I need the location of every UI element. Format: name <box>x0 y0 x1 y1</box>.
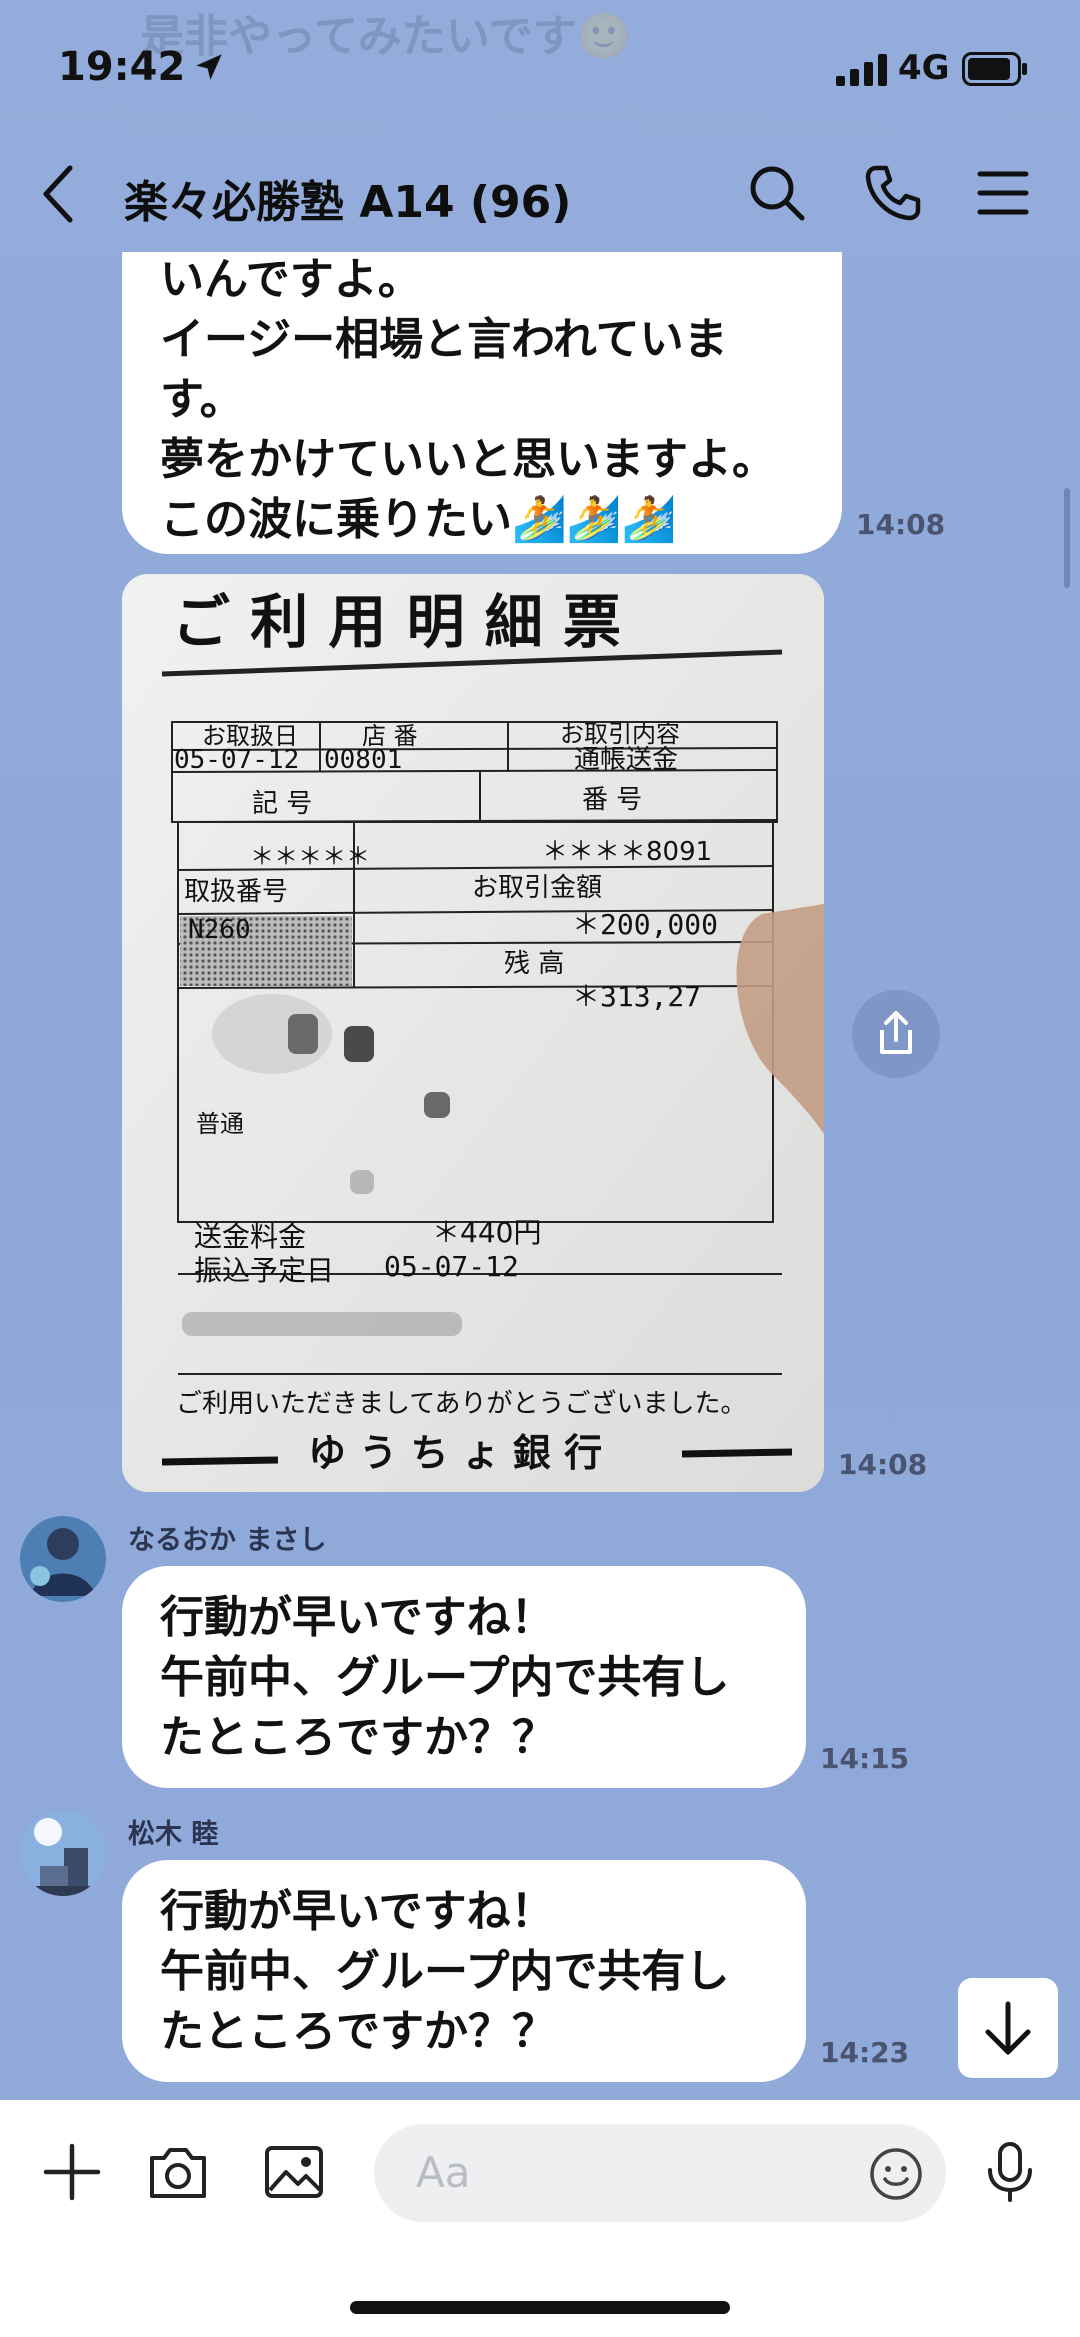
message-line: たところですか？？ <box>160 1712 556 1763</box>
status-time: 19:42 <box>58 44 186 90</box>
receipt-label: 番 号 <box>582 785 642 815</box>
chat-header-overlay: 楽々必勝塾 A14 (96) <box>0 140 1080 250</box>
receipt-value: N260 <box>188 915 251 945</box>
receipt-value: 00801 <box>324 745 402 775</box>
receipt-label: 送金料金 <box>194 1220 306 1253</box>
receipt-value: 05-07-12 <box>174 745 299 775</box>
scrollbar-thumb[interactable] <box>1064 488 1070 588</box>
chat-title[interactable]: 楽々必勝塾 A14 (96) <box>124 166 571 230</box>
message-line: 行動が早いですね！ <box>160 1886 555 1937</box>
share-button[interactable] <box>852 990 940 1078</box>
phone-icon[interactable] <box>862 162 924 224</box>
message-line: この波に乗りたい🏄🏄🏄 <box>160 494 677 545</box>
sender-name: 松木 睦 <box>128 1819 219 1850</box>
status-bar: 19:42 4G <box>0 0 1080 140</box>
receipt-label: お取引金額 <box>472 873 602 903</box>
sender-name: なるおか まさし <box>128 1525 327 1556</box>
message-line: 午前中、グループ内で共有し <box>160 1946 730 1997</box>
scroll-to-bottom-button[interactable] <box>958 1978 1058 2078</box>
image-icon[interactable] <box>262 2140 326 2204</box>
avatar[interactable] <box>20 1810 106 1896</box>
search-icon[interactable] <box>746 162 808 224</box>
message-line: 午前中、グループ内で共有し <box>160 1652 730 1703</box>
receipt-image[interactable]: ご 利 用 明 細 票 お取扱日 店 番 お取引内容 05-07-12 0080… <box>122 574 824 1492</box>
receipt-value: ＊200,000 <box>572 908 718 941</box>
receipt-value: ＊313,27 <box>572 980 701 1013</box>
receipt-title: ご 利 用 明 細 票 <box>172 588 621 656</box>
message-line: たところですか？？ <box>160 2006 556 2057</box>
receipt-value: 05-07-12 <box>384 1250 519 1283</box>
share-icon <box>880 1011 912 1054</box>
microphone-icon[interactable] <box>978 2140 1042 2204</box>
message-line: イージー相場と言われていま <box>160 314 728 365</box>
receipt-value: ＊＊＊＊8091 <box>542 837 712 867</box>
receipt-bank: ゆ う ち ょ 銀 行 <box>308 1431 602 1475</box>
battery-icon <box>962 52 1027 86</box>
receipt-thanks: ご利用いただきましてありがとうございました。 <box>176 1389 746 1419</box>
camera-icon[interactable] <box>146 2140 210 2204</box>
message-line: 行動が早いですね！ <box>160 1592 555 1643</box>
message-time: 14:15 <box>820 1742 910 1775</box>
receipt-value: ＊＊＊＊＊ <box>250 842 370 870</box>
message-bubble[interactable]: 行動が早いですね！ 午前中、グループ内で共有し たところですか？？ <box>122 1860 806 2082</box>
location-arrow-icon <box>196 54 222 80</box>
avatar[interactable] <box>20 1516 106 1602</box>
receipt-label: 残 高 <box>504 949 564 979</box>
home-indicator[interactable] <box>350 2301 730 2314</box>
receipt-label: お取引内容 <box>560 720 680 748</box>
message-bubble[interactable]: 行動が早いですね！ 午前中、グループ内で共有し たところですか？？ <box>122 1566 806 1788</box>
arrow-down-icon <box>985 2001 1031 2055</box>
back-arrow-icon[interactable] <box>40 164 76 224</box>
message-line: す。 <box>160 374 244 425</box>
plus-icon[interactable] <box>40 2140 104 2204</box>
message-bubble[interactable]: いんですよ。 イージー相場と言われていま す。 夢をかけていいと思いますよ。 こ… <box>122 210 842 554</box>
menu-icon[interactable] <box>972 162 1034 224</box>
message-time: 14:08 <box>838 1448 928 1481</box>
receipt-label: 取扱番号 <box>184 877 288 907</box>
network-type: 4G <box>898 48 950 88</box>
message-input-placeholder: Aa <box>416 2148 471 2197</box>
message-time: 14:23 <box>820 2036 910 2069</box>
receipt-value: 通帳送金 <box>574 745 678 775</box>
receipt-label: 振込予定日 <box>194 1254 334 1287</box>
signal-icon <box>836 54 887 86</box>
emoji-icon[interactable] <box>868 2146 924 2202</box>
receipt-value: ＊440円 <box>432 1216 541 1249</box>
message-time: 14:08 <box>856 508 946 541</box>
message-line: いんですよ。 <box>160 254 422 305</box>
receipt-label: 記 号 <box>252 789 312 819</box>
message-line: 夢をかけていいと思いますよ。 <box>160 434 776 485</box>
receipt-value: 普通 <box>196 1110 244 1138</box>
receipt-photo: ご 利 用 明 細 票 お取扱日 店 番 お取引内容 05-07-12 0080… <box>122 574 824 1492</box>
message-input[interactable]: Aa <box>374 2124 946 2222</box>
